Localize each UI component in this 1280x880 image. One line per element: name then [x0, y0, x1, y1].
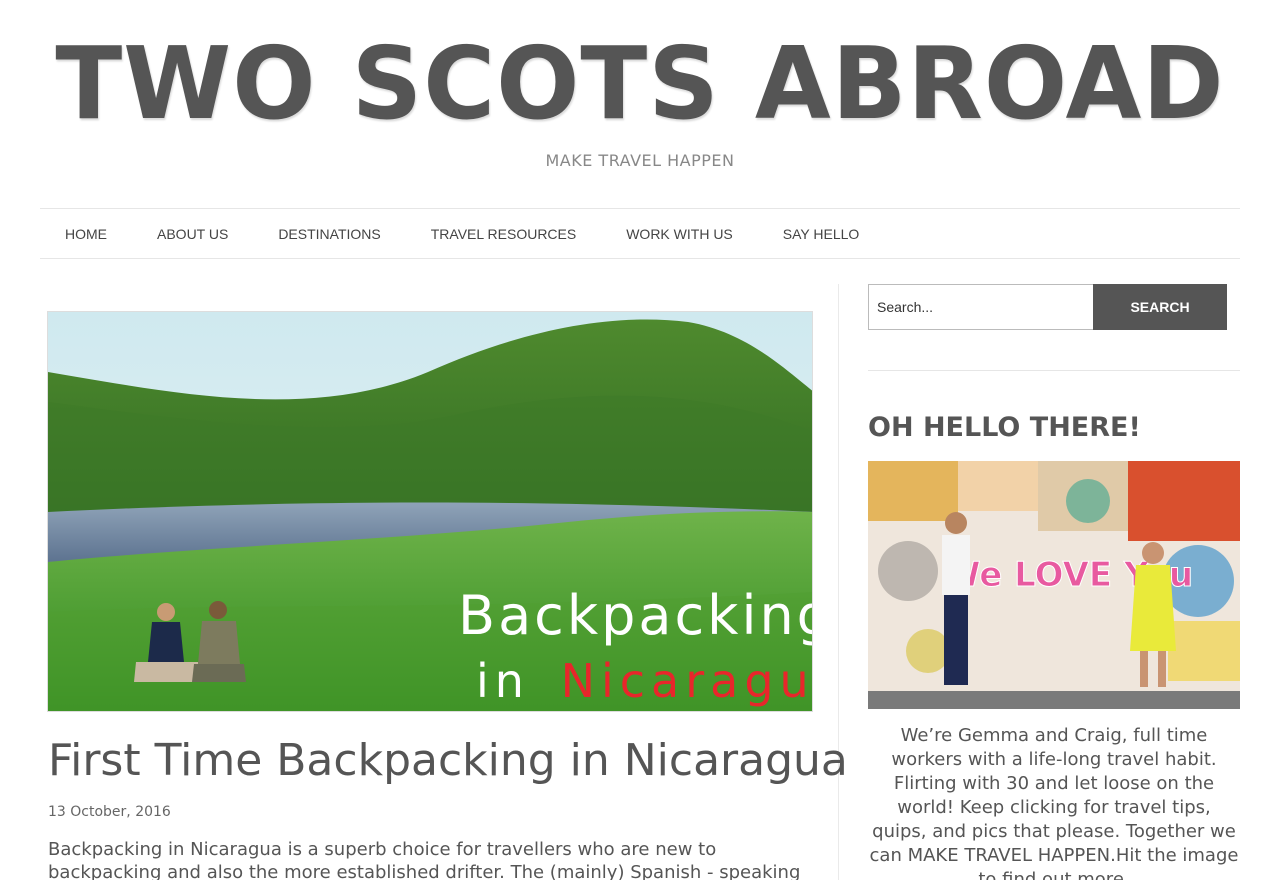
post-title[interactable]: First Time Backpacking in Nicaragua — [48, 732, 848, 790]
svg-text:in Nicaragua: in Nicaragua — [476, 654, 813, 708]
hero-text-line2-prefix: in — [476, 654, 530, 708]
nav-item-home[interactable]: HOME — [65, 226, 107, 242]
nav-item-work-with-us[interactable]: WORK WITH US — [626, 226, 733, 242]
post-excerpt: Backpacking in Nicaragua is a superb cho… — [48, 839, 801, 880]
search-input[interactable] — [868, 284, 1093, 330]
post-featured-image[interactable]: Backpacking in Nicaragua — [47, 311, 813, 712]
site-title[interactable]: TWO SCOTS ABROAD — [13, 28, 1267, 140]
post-date: 13 October, 2016 — [48, 804, 171, 820]
search-form: SEARCH — [868, 284, 1227, 330]
hero-text-line2-highlight: Nicaragua — [561, 654, 813, 708]
search-button[interactable]: SEARCH — [1093, 284, 1227, 330]
nav-item-travel-resources[interactable]: TRAVEL RESOURCES — [431, 226, 576, 242]
nav-item-destinations[interactable]: DESTINATIONS — [278, 226, 380, 242]
about-text: We’re Gemma and Craig, full time workers… — [869, 725, 1239, 880]
hero-text-line1: Backpacking — [458, 584, 813, 647]
column-divider — [838, 284, 839, 880]
about-widget-title: OH HELLO THERE! — [868, 412, 1141, 443]
nav-item-say-hello[interactable]: SAY HELLO — [783, 226, 860, 242]
person-left-figure — [942, 512, 970, 685]
about-photo[interactable]: We LOVE You — [868, 461, 1240, 709]
sidebar-divider — [868, 370, 1240, 371]
nav-item-about-us[interactable]: ABOUT US — [157, 226, 228, 242]
main-nav: HOME ABOUT US DESTINATIONS TRAVEL RESOUR… — [40, 208, 1240, 259]
site-tagline: MAKE TRAVEL HAPPEN — [545, 151, 735, 170]
